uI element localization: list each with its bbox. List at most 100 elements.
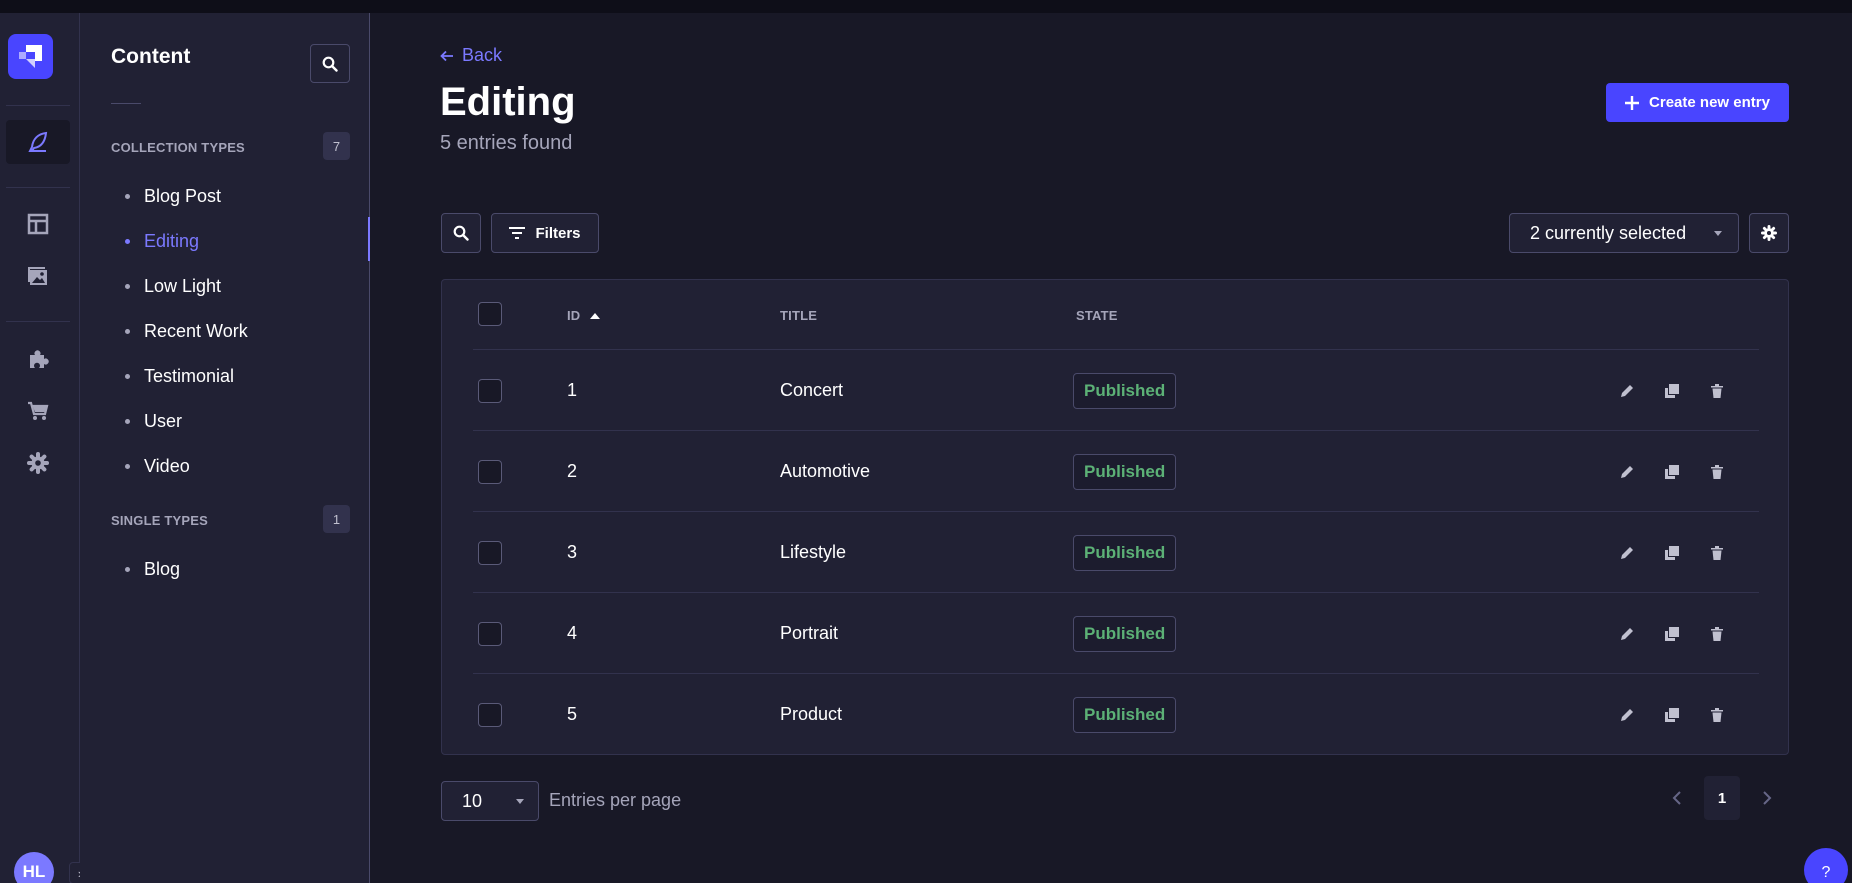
sidebar-item-video[interactable]: Video — [111, 449, 369, 483]
bullet — [125, 373, 130, 379]
pencil-icon — [1621, 709, 1633, 721]
cell-title: Lifestyle — [780, 542, 847, 562]
edit-button[interactable] — [1614, 702, 1640, 728]
page-size-label: Entries per page — [549, 790, 682, 810]
strapi-logo[interactable] — [8, 34, 53, 79]
window-top-bar — [0, 0, 1852, 13]
bullet — [125, 193, 130, 199]
table-header: ID TITLE STATE — [473, 280, 1759, 350]
row-checkbox[interactable] — [478, 541, 502, 565]
page-1-button[interactable]: 1 — [1704, 776, 1740, 820]
nav-marketplace[interactable] — [6, 389, 70, 433]
chevron-right-icon — [1763, 791, 1772, 805]
cell-title: Portrait — [780, 623, 839, 643]
sidebar-title: Content — [111, 45, 191, 68]
nav-plugins[interactable] — [6, 337, 70, 381]
duplicate-button[interactable] — [1659, 621, 1685, 647]
sidebar-item-editing[interactable]: Editing — [111, 224, 369, 258]
row-checkbox[interactable] — [478, 703, 502, 727]
table-row[interactable]: 2 Automotive Published — [473, 431, 1759, 512]
table-row[interactable]: 3 Lifestyle Published — [473, 512, 1759, 593]
pencil-icon — [1621, 385, 1633, 397]
sidebar-divider — [111, 103, 141, 104]
delete-button[interactable] — [1704, 702, 1730, 728]
table-search-button[interactable] — [441, 213, 481, 253]
edit-button[interactable] — [1614, 621, 1640, 647]
page-title: Editing — [440, 80, 576, 124]
row-checkbox[interactable] — [478, 622, 502, 646]
previous-page-button[interactable] — [1664, 778, 1690, 818]
bullet — [125, 283, 130, 289]
cell-id: 3 — [567, 542, 578, 562]
trash-icon — [1711, 708, 1723, 722]
delete-button[interactable] — [1704, 540, 1730, 566]
back-link[interactable]: Back — [440, 45, 502, 66]
section-single-types[interactable]: SINGLE TYPES — [111, 513, 208, 528]
sidebar-item-user[interactable]: User — [111, 404, 369, 438]
sidebar-item-label: User — [144, 410, 183, 431]
arrow-left-icon — [440, 50, 453, 61]
delete-button[interactable] — [1704, 378, 1730, 404]
rail-divider — [6, 321, 70, 322]
duplicate-button[interactable] — [1659, 702, 1685, 728]
duplicate-button[interactable] — [1659, 540, 1685, 566]
nav-content-manager[interactable] — [6, 120, 70, 164]
nav-content-type-builder[interactable] — [6, 202, 70, 246]
user-avatar[interactable]: HL — [14, 852, 54, 883]
row-checkbox[interactable] — [478, 379, 502, 403]
create-new-entry-button[interactable]: Create new entry — [1606, 83, 1789, 122]
edit-button[interactable] — [1614, 459, 1640, 485]
sort-ascending-icon — [590, 312, 601, 319]
edit-button[interactable] — [1614, 540, 1640, 566]
duplicate-button[interactable] — [1659, 378, 1685, 404]
select-all-checkbox[interactable] — [478, 302, 502, 326]
table-row[interactable]: 4 Portrait Published — [473, 593, 1759, 674]
sidebar-item-low-light[interactable]: Low Light — [111, 269, 369, 303]
entries-table: ID TITLE STATE 1 Concert Published 2 Aut… — [441, 279, 1789, 755]
duplicate-icon — [1665, 384, 1679, 398]
duplicate-button[interactable] — [1659, 459, 1685, 485]
filters-button[interactable]: Filters — [491, 213, 599, 253]
content-sidebar: Content COLLECTION TYPES 7 Blog Post Edi… — [80, 13, 370, 883]
delete-button[interactable] — [1704, 459, 1730, 485]
help-button[interactable]: ? — [1804, 848, 1848, 883]
delete-button[interactable] — [1704, 621, 1730, 647]
status-badge: Published — [1073, 535, 1177, 571]
table-row[interactable]: 5 Product Published — [473, 674, 1759, 755]
nav-media-library[interactable] — [6, 254, 70, 298]
row-checkbox[interactable] — [478, 460, 502, 484]
sidebar-item-blog-post[interactable]: Blog Post — [111, 179, 369, 213]
duplicate-icon — [1665, 465, 1679, 479]
bullet — [125, 328, 130, 334]
edit-button[interactable] — [1614, 378, 1640, 404]
displayed-columns-select[interactable]: 2 currently selected — [1509, 213, 1739, 253]
trash-icon — [1711, 546, 1723, 560]
list-settings-button[interactable] — [1749, 213, 1789, 253]
column-header-id[interactable]: ID — [567, 308, 601, 323]
gear-icon — [27, 452, 49, 474]
page-size-select[interactable]: 10 — [441, 781, 539, 821]
status-badge: Published — [1073, 454, 1177, 490]
next-page-button[interactable] — [1754, 778, 1780, 818]
status-badge: Published — [1073, 616, 1177, 652]
section-collection-types[interactable]: COLLECTION TYPES — [111, 140, 245, 155]
caret-down-icon — [1714, 230, 1722, 236]
bullet — [125, 418, 130, 424]
bullet — [125, 238, 130, 244]
cart-icon — [28, 401, 49, 420]
cell-id: 5 — [567, 704, 578, 724]
sidebar-item-blog[interactable]: Blog — [111, 552, 369, 586]
nav-settings[interactable] — [6, 441, 70, 485]
displayed-columns-value: 2 currently selected — [1530, 222, 1687, 243]
cell-title: Automotive — [780, 461, 871, 481]
caret-down-icon — [516, 798, 524, 804]
column-header-title[interactable]: TITLE — [780, 308, 817, 323]
sidebar-search-button[interactable] — [310, 44, 350, 83]
cell-id: 4 — [567, 623, 578, 643]
table-row[interactable]: 1 Concert Published — [473, 350, 1759, 431]
duplicate-icon — [1665, 546, 1679, 560]
main-nav-rail: HL — [0, 13, 80, 883]
sidebar-item-testimonial[interactable]: Testimonial — [111, 359, 369, 393]
column-header-state[interactable]: STATE — [1076, 308, 1118, 323]
sidebar-item-recent-work[interactable]: Recent Work — [111, 314, 369, 348]
